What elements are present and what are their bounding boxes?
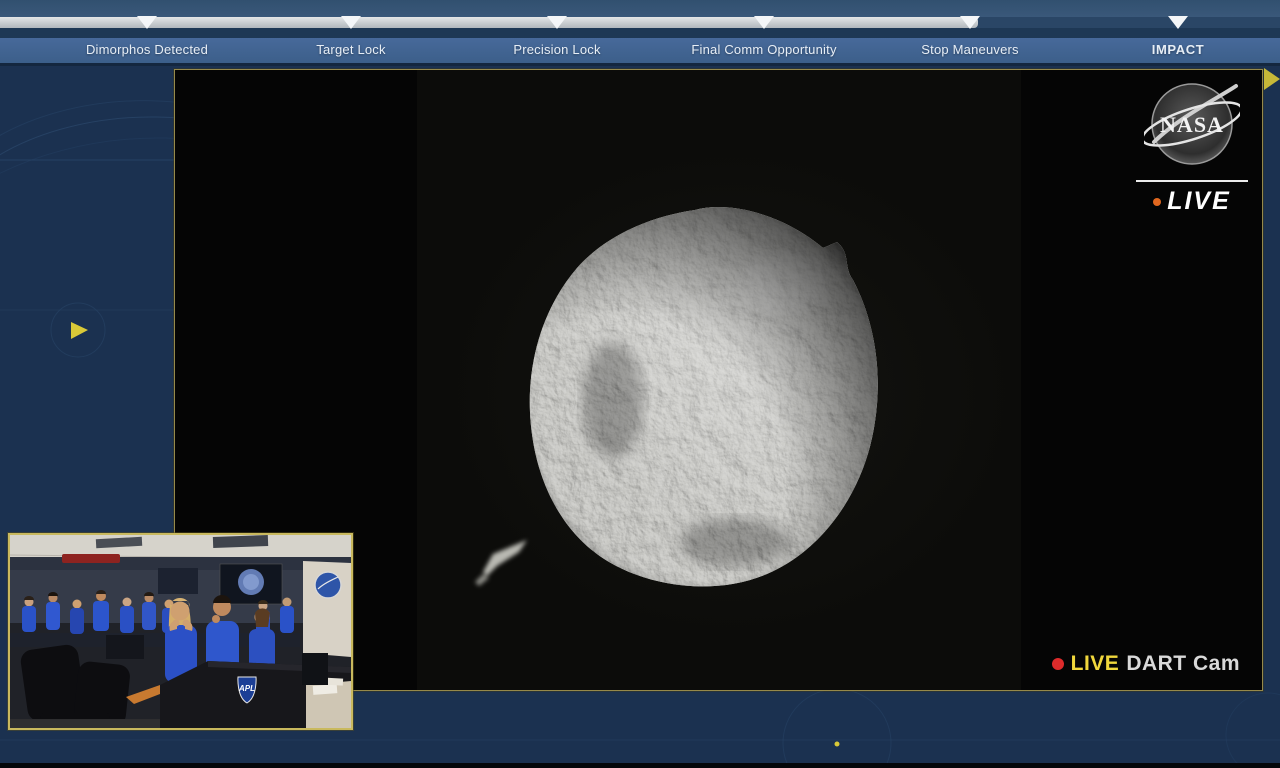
milestone-label: Dimorphos Detected — [85, 42, 209, 57]
record-dot-icon — [1051, 658, 1064, 670]
svg-text:NASA: NASA — [1160, 112, 1224, 137]
caption-camera-label: DART Cam — [1126, 652, 1240, 675]
timeline-gap-strip — [0, 28, 1280, 38]
milestone-marker-icon — [137, 16, 157, 29]
milestone-label: Precision Lock — [513, 42, 601, 57]
milestone-label: Final Comm Opportunity — [691, 42, 837, 57]
svg-text:APL: APL — [238, 684, 255, 693]
yellow-arrow-icon — [71, 322, 88, 339]
caption-live-label: LIVE — [1070, 652, 1120, 675]
yellow-dot-icon — [834, 741, 840, 747]
broadcast-stage: Dimorphos Detected Target Lock Precision… — [0, 0, 1280, 768]
milestone-label-impact: IMPACT — [1151, 42, 1205, 57]
milestone-marker-icon — [754, 16, 774, 29]
nasa-logo: NASA — [1141, 83, 1243, 165]
live-dot-icon — [1153, 198, 1162, 206]
yellow-arrow-icon — [1264, 68, 1280, 90]
milestone-marker-icon — [341, 16, 361, 29]
mission-control-pip: APL — [8, 533, 353, 730]
milestone-label: Stop Maneuvers — [921, 42, 1019, 57]
milestone-marker-icon — [960, 16, 980, 29]
timeline-underline — [0, 63, 1280, 66]
milestone-marker-icon — [1168, 16, 1188, 29]
debris-rock — [475, 540, 527, 586]
nasa-live-label: LIVE — [1153, 187, 1231, 216]
timeline-top-strip — [0, 0, 1280, 17]
camera-caption: LIVE DART Cam — [1051, 652, 1240, 676]
timeline-track — [0, 17, 1280, 28]
bottom-edge-bar — [0, 763, 1280, 768]
badge-divider — [1136, 180, 1248, 182]
milestone-marker-icon — [547, 16, 567, 29]
nasa-live-badge: NASA LIVE — [1134, 78, 1250, 216]
milestone-label: Target Lock — [316, 42, 386, 57]
